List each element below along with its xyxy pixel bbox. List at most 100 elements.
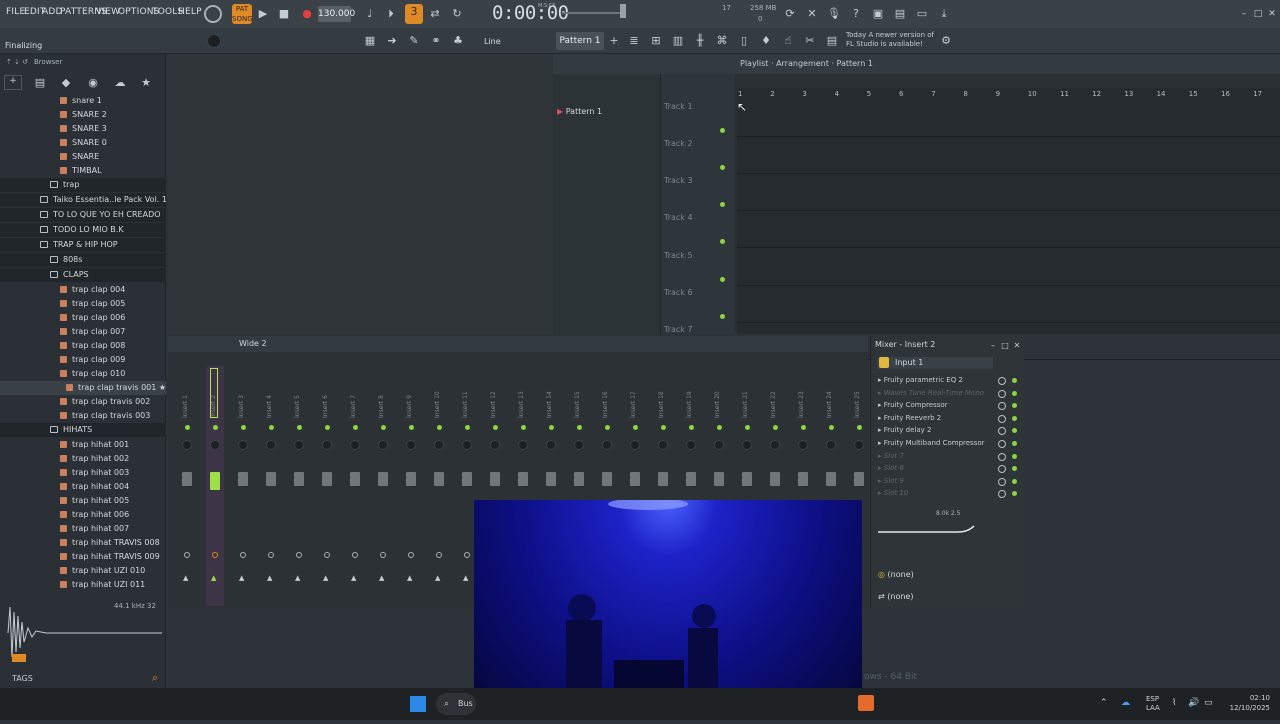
strip-volume-fader[interactable] (490, 472, 500, 486)
strip-mute-led[interactable] (325, 425, 330, 430)
effect-slot[interactable]: ▸ Slot 8 (878, 464, 904, 472)
strip-volume-fader[interactable] (238, 472, 248, 486)
slot-mix-knob[interactable] (998, 477, 1006, 486)
strip-pan-knob[interactable] (434, 440, 444, 450)
strip-mute-led[interactable] (437, 425, 442, 430)
taskbar-clock[interactable]: 02:10 12/10/2025 (1226, 693, 1270, 713)
slot-enable-led[interactable] (1012, 453, 1017, 459)
effect-slot[interactable]: ▸ Waves Tune Real-Time Mono (878, 389, 984, 397)
strip-send-arrow-icon[interactable]: ▲ (267, 574, 272, 582)
browser-file-item[interactable]: snare 1 (0, 94, 166, 108)
browser-folder-item[interactable]: trap (0, 178, 166, 192)
strip-route-icon[interactable] (436, 552, 442, 558)
fl-studio-taskbar-icon[interactable] (858, 695, 874, 711)
strip-mute-led[interactable] (773, 425, 778, 430)
strip-send-arrow-icon[interactable]: ▲ (323, 574, 328, 582)
snap-select[interactable]: Line (484, 37, 501, 46)
effect-slot[interactable]: ▸ Slot 9 (878, 477, 904, 485)
link-icon[interactable]: ⚭ (428, 33, 444, 49)
loop-record-icon[interactable]: ↻ (449, 6, 465, 22)
playlist-icon[interactable]: ≣ (626, 33, 642, 49)
language-indicator[interactable]: ESP LAA (1146, 695, 1160, 713)
strip-mute-led[interactable] (745, 425, 750, 430)
track-header[interactable]: Track 4 (664, 213, 693, 222)
piano-roll-icon[interactable]: ▦ (362, 33, 378, 49)
strip-route-icon[interactable] (352, 552, 358, 558)
strip-volume-fader[interactable] (546, 472, 556, 486)
strip-mute-led[interactable] (353, 425, 358, 430)
master-pitch-knob[interactable] (207, 34, 221, 48)
strip-route-icon[interactable] (380, 552, 386, 558)
strip-pan-knob[interactable] (322, 440, 332, 450)
strip-mute-led[interactable] (269, 425, 274, 430)
strip-pan-knob[interactable] (630, 440, 640, 450)
strip-pan-knob[interactable] (798, 440, 808, 450)
strip-mute-led[interactable] (241, 425, 246, 430)
browser-file-item[interactable]: trap clap 008 (0, 339, 166, 353)
effect-slot[interactable]: ▸ Fruity Multiband Compressor (878, 439, 985, 447)
browser-nav-icon[interactable]: ⇡ ⇣ ↺ (6, 58, 28, 66)
strip-volume-fader[interactable] (602, 472, 612, 486)
browser-file-item[interactable]: SNARE 3 (0, 122, 166, 136)
slot-mix-knob[interactable] (998, 452, 1006, 461)
strip-send-arrow-icon[interactable]: ▲ (379, 574, 384, 582)
strip-volume-fader[interactable] (266, 472, 276, 486)
countdown-icon[interactable]: 3 (405, 4, 423, 24)
track-mute-led[interactable] (720, 314, 725, 319)
strip-pan-knob[interactable] (770, 440, 780, 450)
menu-file[interactable]: FILE (6, 7, 25, 17)
strip-pan-knob[interactable] (350, 440, 360, 450)
help-icon[interactable]: ? (848, 6, 864, 22)
stamp-icon[interactable]: ♣ (450, 33, 466, 49)
strip-mute-led[interactable] (689, 425, 694, 430)
strip-pan-knob[interactable] (854, 440, 864, 450)
strip-pan-knob[interactable] (182, 440, 192, 450)
effect-slot[interactable]: ▸ Slot 7 (878, 452, 904, 460)
strip-pan-knob[interactable] (210, 440, 220, 450)
strip-mute-led[interactable] (661, 425, 666, 430)
browser-folder-item[interactable]: Taiko Essentia..le Pack Vol. 1 (0, 193, 166, 207)
wifi-icon[interactable]: ⌇ (1172, 698, 1176, 708)
browser-file-item[interactable]: trap clap travis 003 (0, 409, 166, 423)
track-header[interactable]: Track 1 (664, 102, 693, 111)
slot-enable-led[interactable] (1012, 390, 1017, 396)
strip-volume-fader[interactable] (854, 472, 864, 486)
browser-file-item[interactable]: trap hihat 006 (0, 508, 166, 522)
strip-mute-led[interactable] (297, 425, 302, 430)
track-mute-led[interactable] (720, 239, 725, 244)
browser-file-item[interactable]: trap hihat 002 (0, 452, 166, 466)
browser-file-item[interactable]: trap hihat 003 (0, 466, 166, 480)
browser-folder-item[interactable]: TODO LO MIO B.K (0, 223, 166, 237)
strip-volume-fader[interactable] (658, 472, 668, 486)
strip-pan-knob[interactable] (294, 440, 304, 450)
browser-file-item[interactable]: trap hihat TRAVIS 008 (0, 536, 166, 550)
strip-mute-led[interactable] (577, 425, 582, 430)
strip-volume-fader[interactable] (742, 472, 752, 486)
strip-send-arrow-icon[interactable]: ▲ (239, 574, 244, 582)
strip-send-arrow-icon[interactable]: ▲ (351, 574, 356, 582)
insert-close-icon[interactable]: ✕ (1009, 338, 1025, 354)
track-header[interactable]: Track 2 (664, 139, 693, 148)
browser-file-item[interactable]: trap hihat TRAVIS 009 (0, 550, 166, 564)
strip-mute-led[interactable] (801, 425, 806, 430)
strip-volume-fader[interactable] (462, 472, 472, 486)
piano-icon[interactable]: ▥ (670, 33, 686, 49)
tray-chevron-icon[interactable]: ⌃ (1100, 698, 1108, 708)
render-icon[interactable]: ▤ (892, 6, 908, 22)
strip-pan-knob[interactable] (546, 440, 556, 450)
download-icon[interactable]: ⤓ (936, 6, 952, 22)
strip-send-arrow-icon[interactable]: ▲ (407, 574, 412, 582)
strip-pan-knob[interactable] (658, 440, 668, 450)
strip-volume-fader[interactable] (770, 472, 780, 486)
slot-enable-led[interactable] (1012, 378, 1017, 383)
close-icon[interactable]: ✕ (1264, 6, 1280, 22)
strip-volume-fader[interactable] (434, 472, 444, 486)
track-mute-led[interactable] (720, 165, 725, 170)
metronome-icon[interactable]: ♩ (362, 6, 378, 22)
strip-pan-knob[interactable] (266, 440, 276, 450)
browser-file-item[interactable]: trap hihat 005 (0, 494, 166, 508)
strip-pan-knob[interactable] (406, 440, 416, 450)
plugin-icon[interactable]: ⌘ (714, 33, 730, 49)
strip-mute-led[interactable] (409, 425, 414, 430)
strip-pan-knob[interactable] (714, 440, 724, 450)
